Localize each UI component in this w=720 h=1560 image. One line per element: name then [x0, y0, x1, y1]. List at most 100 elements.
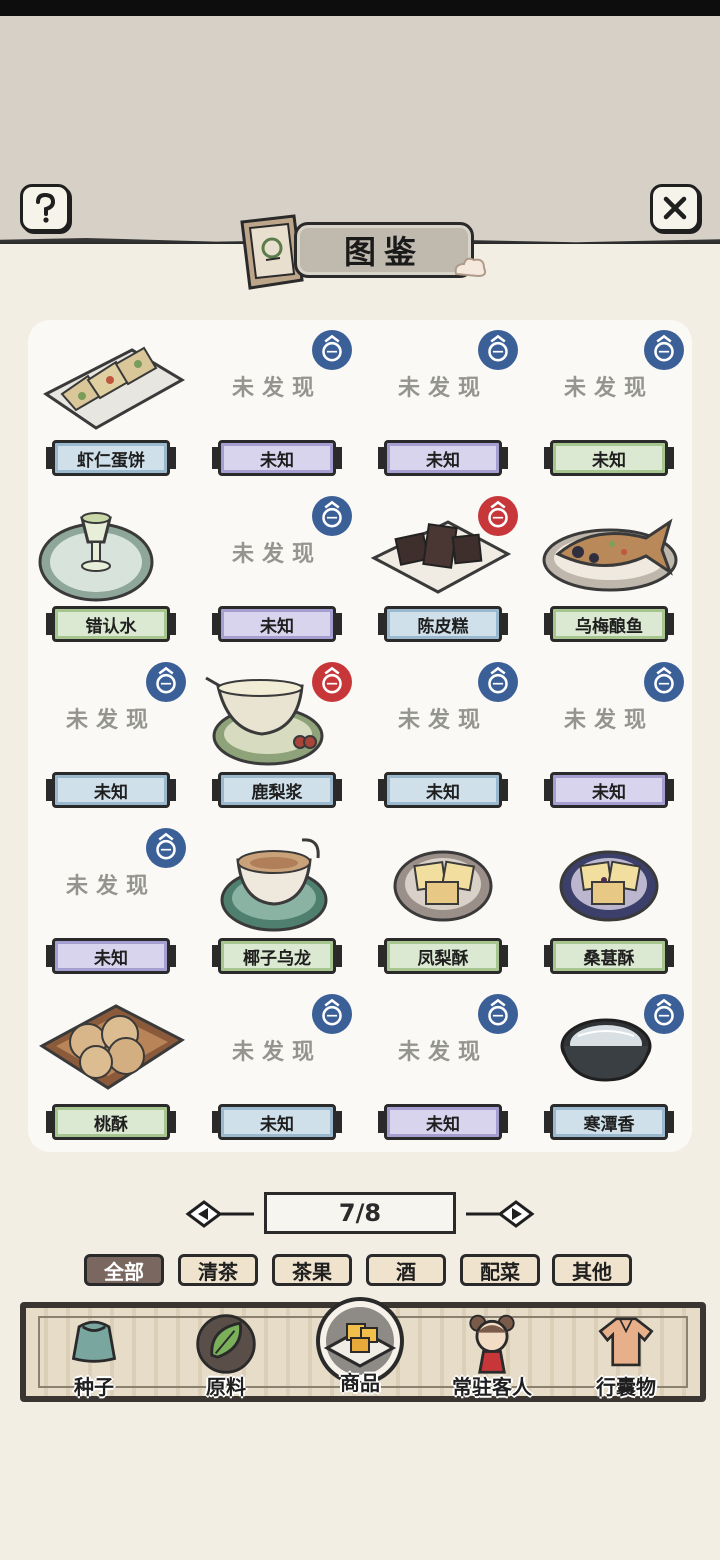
collection-item[interactable]: 未发现 未知: [360, 652, 526, 818]
lock-seal-badge-icon: [312, 330, 352, 370]
lock-seal-badge-icon: [312, 994, 352, 1034]
collection-item[interactable]: 寒潭香: [526, 984, 692, 1150]
pastry-plate-icon: [368, 830, 518, 938]
lock-seal-badge-icon: [644, 330, 684, 370]
nav-item-label: 商品: [340, 1371, 380, 1395]
nav-item[interactable]: 种子: [34, 1304, 154, 1404]
robe-icon: [595, 1310, 657, 1376]
status-bar: [0, 0, 720, 16]
collection-item[interactable]: 未发现 未知: [360, 984, 526, 1150]
category-filter-bar: 全部 清茶 茶果酒配菜 其他: [84, 1254, 644, 1286]
collection-item[interactable]: 虾仁蛋饼: [28, 320, 194, 486]
collection-item[interactable]: 鹿梨浆: [194, 652, 360, 818]
collection-item[interactable]: 未发现 未知: [194, 320, 360, 486]
collection-item[interactable]: 乌梅酿鱼: [526, 486, 692, 652]
close-button[interactable]: [650, 184, 700, 232]
lock-seal-badge-icon: [146, 828, 186, 868]
lock-seal-badge-icon: [478, 662, 518, 702]
nav-item[interactable]: 常驻客人: [432, 1304, 552, 1404]
collection-item-label: 未知: [46, 938, 176, 974]
page-title: 图鉴: [343, 233, 424, 271]
collection-item[interactable]: 凤梨酥: [360, 818, 526, 984]
undiscovered-text: 未发现: [231, 542, 322, 567]
undiscovered-text: 未发现: [563, 376, 654, 401]
undiscovered-text: 未发现: [397, 1040, 488, 1065]
collection-item-label: 桑葚酥: [544, 938, 674, 974]
collection-item-label: 未知: [212, 606, 342, 642]
filter-tab[interactable]: 茶果: [272, 1254, 352, 1286]
collection-item-label: 未知: [378, 440, 508, 476]
filter-tab[interactable]: 酒: [366, 1254, 446, 1286]
page-title-plaque: 图鉴: [294, 222, 474, 278]
collection-item[interactable]: 错认水: [28, 486, 194, 652]
collection-item-label: 鹿梨浆: [212, 772, 342, 808]
pager: 7/8: [184, 1190, 536, 1238]
collection-item-label: 虾仁蛋饼: [46, 440, 176, 476]
filter-tab[interactable]: 其他: [552, 1254, 632, 1286]
collection-item-label: 凤梨酥: [378, 938, 508, 974]
page-title-banner: 图鉴: [232, 208, 488, 294]
nav-item-label: 种子: [74, 1375, 114, 1399]
filter-tab[interactable]: 全部: [84, 1254, 164, 1286]
collection-item-label: 寒潭香: [544, 1104, 674, 1140]
collection-item-label: 未知: [378, 1104, 508, 1140]
lock-seal-badge-icon: [644, 994, 684, 1034]
seed-bag-icon: [66, 1310, 122, 1370]
nav-item-label: 常驻客人: [452, 1375, 532, 1399]
undiscovered-text: 未发现: [563, 708, 654, 733]
collection-item[interactable]: 椰子乌龙: [194, 818, 360, 984]
undiscovered-text: 未发现: [65, 708, 156, 733]
collection-item-label: 陈皮糕: [378, 606, 508, 642]
collection-item[interactable]: 桑葚酥: [526, 818, 692, 984]
collection-item[interactable]: 未发现 未知: [194, 984, 360, 1150]
tea-cup-icon: [202, 830, 352, 938]
nav-item[interactable]: 行囊物: [566, 1304, 686, 1404]
collection-item[interactable]: 未发现 未知: [28, 652, 194, 818]
lock-seal-badge-icon: [312, 496, 352, 536]
collection-item-label: 未知: [212, 1104, 342, 1140]
lock-seal-badge-icon: [478, 330, 518, 370]
collection-item-label: 未知: [544, 440, 674, 476]
collection-item[interactable]: 桃酥: [28, 984, 194, 1150]
nav-item[interactable]: 原料: [166, 1304, 286, 1404]
cookie-tray-icon: [36, 996, 186, 1104]
help-button[interactable]: [20, 184, 70, 232]
collection-item[interactable]: 未发现 未知: [360, 320, 526, 486]
arrow-left-icon: [185, 1200, 254, 1228]
fish-dish-icon: [534, 498, 684, 606]
question-icon: [36, 192, 56, 223]
guest-girl-icon: [459, 1310, 525, 1380]
pastry-plate-dark-icon: [534, 830, 684, 938]
arrow-right-icon: [466, 1200, 535, 1228]
collection-grid: 虾仁蛋饼 未发现 未知 未发现 未知 未发现 未知 错认水 未发现 未知 陈皮糕 乌梅酿鱼 未发现 未知鹿…: [28, 320, 692, 1152]
new-seal-badge-icon: [478, 496, 518, 536]
collection-item[interactable]: 未发现 未知: [28, 818, 194, 984]
undiscovered-text: 未发现: [397, 376, 488, 401]
cloud-decoration-icon: [454, 257, 487, 278]
collection-item[interactable]: 未发现 未知: [194, 486, 360, 652]
page-indicator: 7/8: [264, 1192, 456, 1234]
collection-item-label: 未知: [46, 772, 176, 808]
nav-item-label: 行囊物: [596, 1375, 656, 1399]
undiscovered-text: 未发现: [231, 1040, 322, 1065]
collection-item-label: 乌梅酿鱼: [544, 606, 674, 642]
collection-item[interactable]: 未发现 未知: [526, 320, 692, 486]
collection-item-label: 未知: [212, 440, 342, 476]
shrimp-omelette-icon: [36, 332, 186, 440]
undiscovered-text: 未发现: [65, 874, 156, 899]
undiscovered-text: 未发现: [231, 376, 322, 401]
new-seal-badge-icon: [312, 662, 352, 702]
collection-item-label: 桃酥: [46, 1104, 176, 1140]
filter-tab[interactable]: 配菜: [460, 1254, 540, 1286]
collection-item-label: 错认水: [46, 606, 176, 642]
close-icon: [663, 196, 687, 220]
undiscovered-text: 未发现: [397, 708, 488, 733]
nav-item-label: 原料: [206, 1375, 246, 1399]
filter-tab[interactable]: 清茶: [178, 1254, 258, 1286]
nav-item[interactable]: 商品: [300, 1297, 420, 1400]
leaf-icon: [193, 1310, 259, 1380]
collection-item[interactable]: 陈皮糕: [360, 486, 526, 652]
collection-item[interactable]: 未发现 未知: [526, 652, 692, 818]
prev-page-button[interactable]: [184, 1196, 256, 1232]
next-page-button[interactable]: [464, 1196, 536, 1232]
